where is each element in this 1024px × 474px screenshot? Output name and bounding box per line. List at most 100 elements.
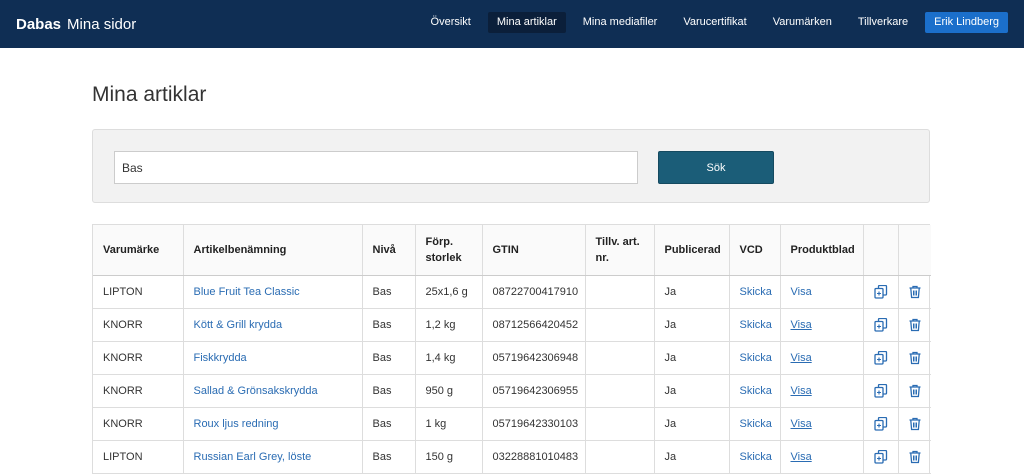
trash-icon[interactable] — [908, 285, 922, 299]
cell-gtin: 05719642306955 — [482, 374, 586, 408]
cell-gtin: 08712566420452 — [482, 308, 586, 342]
search-button[interactable]: Sök — [658, 151, 774, 184]
user-menu-button[interactable]: Erik Lindberg — [925, 12, 1008, 33]
cell-name: Blue Fruit Tea Classic — [183, 275, 363, 309]
brand-logo[interactable]: Dabas Mina sidor — [16, 16, 136, 33]
trash-icon[interactable] — [908, 417, 922, 431]
product-sheet-link[interactable]: Visa — [791, 451, 812, 463]
copy-icon[interactable] — [873, 317, 888, 332]
cell-published: Ja — [654, 275, 730, 309]
nav-item-oversikt[interactable]: Översikt — [422, 12, 480, 33]
cell-brand: LIPTON — [93, 275, 184, 309]
cell-name: Roux ljus redning — [183, 407, 363, 441]
cell-pack-size: 150 g — [415, 440, 483, 474]
product-sheet-link[interactable]: Visa — [791, 385, 812, 397]
col-header-vcd[interactable]: VCD — [729, 225, 781, 276]
article-name-link[interactable]: Sallad & Grönsakskrydda — [194, 385, 318, 397]
vcd-send-link[interactable]: Skicka — [740, 352, 772, 364]
col-header-supplier-article-no[interactable]: Tillv. art. nr. — [585, 225, 655, 276]
cell-delete — [898, 407, 931, 441]
search-panel: Sök — [92, 129, 930, 203]
cell-supplier-article-no — [585, 275, 655, 309]
vcd-send-link[interactable]: Skicka — [740, 385, 772, 397]
col-header-delete — [898, 225, 931, 276]
col-header-published[interactable]: Publicerad — [654, 225, 730, 276]
col-header-copy — [863, 225, 899, 276]
cell-published: Ja — [654, 407, 730, 441]
col-header-name[interactable]: Artikelbenämning — [183, 225, 363, 276]
search-input[interactable] — [114, 151, 638, 184]
nav-item-varumarken[interactable]: Varumärken — [764, 12, 841, 33]
cell-pack-size: 25x1,6 g — [415, 275, 483, 309]
col-header-brand[interactable]: Varumärke — [93, 225, 184, 276]
cell-copy — [863, 341, 899, 375]
vcd-send-link[interactable]: Skicka — [740, 451, 772, 463]
top-navigation-bar: Dabas Mina sidor Översikt Mina artiklar … — [0, 0, 1024, 48]
article-name-link[interactable]: Blue Fruit Tea Classic — [194, 286, 300, 298]
copy-icon[interactable] — [873, 416, 888, 431]
cell-gtin: 05719642306948 — [482, 341, 586, 375]
page-title: Mina artiklar — [92, 83, 207, 106]
cell-vcd: Skicka — [729, 407, 781, 441]
copy-icon[interactable] — [873, 449, 888, 464]
cell-delete — [898, 440, 931, 474]
product-sheet-link[interactable]: Visa — [791, 286, 812, 298]
cell-supplier-article-no — [585, 308, 655, 342]
article-name-link[interactable]: Russian Earl Grey, löste — [194, 451, 312, 463]
col-header-gtin[interactable]: GTIN — [482, 225, 586, 276]
product-sheet-link[interactable]: Visa — [791, 418, 812, 430]
trash-icon[interactable] — [908, 318, 922, 332]
cell-pack-size: 950 g — [415, 374, 483, 408]
cell-gtin: 05719642330103 — [482, 407, 586, 441]
cell-product-sheet: Visa — [780, 308, 864, 342]
articles-table-container: Varumärke Artikelbenämning Nivå Förp. st… — [92, 224, 931, 474]
nav-item-mina-artiklar[interactable]: Mina artiklar — [487, 12, 566, 33]
cell-vcd: Skicka — [729, 374, 781, 408]
vcd-send-link[interactable]: Skicka — [740, 319, 772, 331]
cell-vcd: Skicka — [729, 275, 781, 309]
cell-copy — [863, 308, 899, 342]
article-name-link[interactable]: Fiskkrydda — [194, 352, 247, 364]
cell-supplier-article-no — [585, 374, 655, 408]
article-name-link[interactable]: Roux ljus redning — [194, 418, 279, 430]
product-sheet-link[interactable]: Visa — [791, 319, 812, 331]
cell-published: Ja — [654, 374, 730, 408]
cell-level: Bas — [362, 308, 416, 342]
cell-name: Russian Earl Grey, löste — [183, 440, 363, 474]
nav-item-varucertifikat[interactable]: Varucertifikat — [674, 12, 755, 33]
cell-level: Bas — [362, 374, 416, 408]
copy-icon[interactable] — [873, 284, 888, 299]
trash-icon[interactable] — [908, 351, 922, 365]
vcd-send-link[interactable]: Skicka — [740, 418, 772, 430]
cell-name: Fiskkrydda — [183, 341, 363, 375]
vcd-send-link[interactable]: Skicka — [740, 286, 772, 298]
cell-product-sheet: Visa — [780, 341, 864, 375]
cell-product-sheet: Visa — [780, 275, 864, 309]
cell-gtin: 03228881010483 — [482, 440, 586, 474]
table-row: LIPTON Russian Earl Grey, löste Bas 150 … — [93, 440, 931, 474]
col-header-pack-size[interactable]: Förp. storlek — [415, 225, 483, 276]
brand-subtitle: Mina sidor — [67, 15, 137, 33]
cell-name: Kött & Grill krydda — [183, 308, 363, 342]
cell-vcd: Skicka — [729, 440, 781, 474]
nav-item-tillverkare[interactable]: Tillverkare — [849, 12, 917, 33]
cell-supplier-article-no — [585, 407, 655, 441]
article-name-link[interactable]: Kött & Grill krydda — [194, 319, 283, 331]
table-row: KNORR Roux ljus redning Bas 1 kg 0571964… — [93, 407, 931, 441]
cell-pack-size: 1,4 kg — [415, 341, 483, 375]
product-sheet-link[interactable]: Visa — [791, 352, 812, 364]
nav-item-mina-mediafiler[interactable]: Mina mediafiler — [574, 12, 667, 33]
table-row: LIPTON Blue Fruit Tea Classic Bas 25x1,6… — [93, 275, 931, 309]
table-row: KNORR Fiskkrydda Bas 1,4 kg 057196423069… — [93, 341, 931, 375]
copy-icon[interactable] — [873, 350, 888, 365]
cell-supplier-article-no — [585, 341, 655, 375]
trash-icon[interactable] — [908, 450, 922, 464]
col-header-level[interactable]: Nivå — [362, 225, 416, 276]
trash-icon[interactable] — [908, 384, 922, 398]
cell-copy — [863, 374, 899, 408]
table-row: KNORR Sallad & Grönsakskrydda Bas 950 g … — [93, 374, 931, 408]
col-header-product-sheet[interactable]: Produktblad — [780, 225, 864, 276]
copy-icon[interactable] — [873, 383, 888, 398]
cell-vcd: Skicka — [729, 341, 781, 375]
cell-gtin: 08722700417910 — [482, 275, 586, 309]
